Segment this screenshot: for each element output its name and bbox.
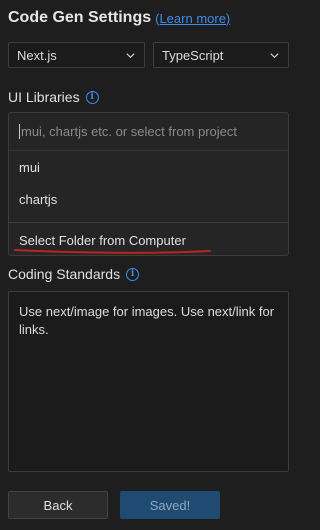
info-icon[interactable]: i (85, 90, 99, 104)
option-mui[interactable]: mui (9, 151, 288, 183)
language-select[interactable]: TypeScript (153, 42, 289, 68)
saved-button[interactable]: Saved! (120, 491, 220, 519)
ui-libraries-input[interactable]: mui, chartjs etc. or select from project (9, 113, 288, 151)
coding-standards-textarea[interactable]: Use next/image for images. Use next/link… (8, 291, 289, 472)
framework-select[interactable]: Next.js (8, 42, 145, 68)
page-title: Code Gen Settings (8, 9, 152, 26)
option-chartjs[interactable]: chartjs (9, 183, 288, 215)
ui-libraries-combobox: mui, chartjs etc. or select from project… (8, 112, 289, 256)
info-icon[interactable]: i (126, 267, 140, 281)
coding-standards-label: Coding Standards i (8, 266, 140, 282)
ui-libraries-placeholder: mui, chartjs etc. or select from project (21, 124, 238, 139)
header: Code Gen Settings (Learn more) (8, 7, 230, 29)
language-select-value: TypeScript (162, 47, 224, 63)
red-underline-annotation (14, 249, 211, 254)
learn-more-link[interactable]: (Learn more) (155, 11, 230, 26)
back-button[interactable]: Back (8, 491, 108, 519)
framework-select-value: Next.js (17, 47, 57, 63)
ui-libraries-label-text: UI Libraries (8, 89, 80, 105)
coding-standards-label-text: Coding Standards (8, 266, 121, 282)
text-caret (19, 124, 20, 139)
chevron-down-icon (270, 52, 279, 58)
chevron-down-icon (126, 52, 135, 58)
ui-libraries-label: UI Libraries i (8, 89, 99, 105)
